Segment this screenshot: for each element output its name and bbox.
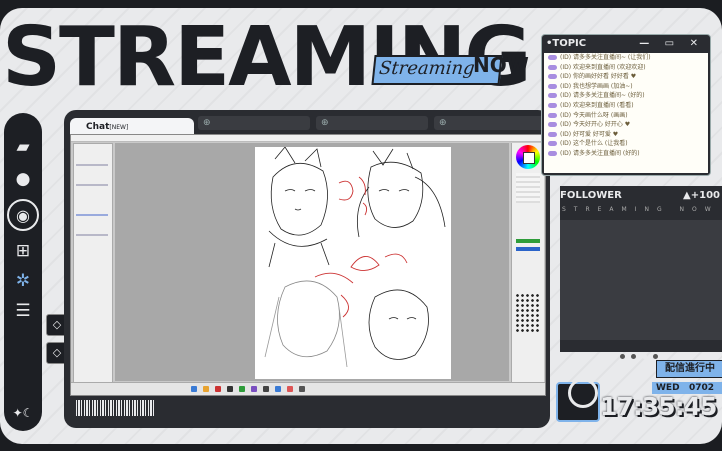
gear-icon[interactable]: ✲ (11, 269, 35, 293)
carousel-dot[interactable] (631, 354, 636, 359)
main-panel: Chat[NEW] ⊕ ⊕ ⊕ (64, 110, 550, 428)
taskbar-icon[interactable] (287, 386, 293, 392)
taskbar-icon[interactable] (227, 386, 233, 392)
carousel-dot[interactable] (653, 354, 658, 359)
app-menubar[interactable] (71, 135, 545, 142)
chat-message: (ID) 请多多关注直播间~ (让我们) (544, 53, 708, 63)
user-badge-icon (548, 102, 557, 108)
taskbar-icon[interactable] (275, 386, 281, 392)
follower-display (560, 220, 722, 340)
user-badge-icon (548, 112, 557, 118)
panel-row (76, 164, 108, 166)
barcode-decoration (76, 400, 154, 416)
taskbar-icon[interactable] (239, 386, 245, 392)
chat-message: (ID) 我也想学画画 (加油~) (544, 82, 708, 92)
chat-message: (ID) 今天好开心 好开心 ♥ (544, 120, 708, 130)
overlay-frame: STREAMING Streaming NOW ▰ ● ◉ ⊞ ✲ ☰ ✦☾ ◇… (0, 8, 722, 444)
user-badge-icon (548, 131, 557, 137)
moon-icon: ✦☾ (12, 406, 34, 420)
chat-message: (ID) 这个是什么 (让我看) (544, 139, 708, 149)
folder-icon[interactable]: ▰ (11, 135, 35, 159)
user-badge-icon (548, 83, 557, 89)
streaming-now-badge: Streaming NOW (371, 53, 531, 85)
panel-row (76, 214, 108, 216)
panel-row (76, 184, 108, 186)
tool-list[interactable] (516, 173, 540, 203)
user-badge-icon (548, 122, 557, 128)
color-wheel[interactable] (516, 145, 540, 169)
user-badge-icon (548, 74, 557, 80)
taskbar-icon[interactable] (251, 386, 257, 392)
user-icon[interactable]: ● (11, 167, 35, 191)
list-icon[interactable]: ☰ (11, 299, 35, 323)
user-badge-icon (548, 150, 557, 156)
window-controls[interactable]: — ▭ ✕ (639, 35, 704, 53)
tab-3[interactable]: ⊕ (434, 116, 546, 130)
follower-count: ▲+100 (683, 190, 720, 201)
user-badge-icon (548, 55, 557, 60)
chat-message: (ID) 请多多关注直播间 (好的) (544, 149, 708, 159)
chat-message-list[interactable]: (ID) 请多多关注直播间~ (让我们) (ID) 欢迎来到直播间 (欢迎欢迎)… (544, 53, 708, 173)
topic-header: •TOPIC — ▭ ✕ (542, 35, 710, 53)
drawing-app-window[interactable] (70, 134, 546, 396)
chat-icon[interactable]: ◉ (7, 199, 39, 231)
follower-subtitle: STREAMING NOW (562, 206, 719, 213)
tab-strip: ⊕ ⊕ ⊕ (198, 116, 546, 132)
topic-chat-window: •TOPIC — ▭ ✕ (ID) 请多多关注直播间~ (让我们) (ID) 欢… (541, 34, 711, 176)
sketch-drawing (264, 147, 446, 368)
carousel-dot-active[interactable] (642, 354, 647, 359)
sidebar: ▰ ● ◉ ⊞ ✲ ☰ ✦☾ (4, 113, 42, 431)
taskbar-icon[interactable] (263, 386, 269, 392)
app-color-panel[interactable] (511, 143, 544, 383)
carousel-dot[interactable] (620, 354, 625, 359)
taskbar-icon[interactable] (191, 386, 197, 392)
chat-tab-label: Chat (86, 122, 110, 132)
chat-message: (ID) 请多多关注直播间~ (好的) (544, 91, 708, 101)
color-slider[interactable] (516, 247, 540, 251)
taskbar-icon[interactable] (299, 386, 305, 392)
user-badge-icon (548, 93, 557, 99)
tab-2[interactable]: ⊕ (316, 116, 428, 130)
user-badge-icon (548, 141, 557, 147)
clock-time: 17:35:45 (600, 392, 717, 421)
follower-panel: FOLLOWER ▲+100 STREAMING NOW (560, 186, 722, 352)
follower-label: FOLLOWER (560, 190, 622, 201)
tab-1[interactable]: ⊕ (198, 116, 310, 130)
drawing-canvas[interactable] (115, 143, 509, 381)
chat-message: (ID) 欢迎来到直播间 (欢迎欢迎) (544, 63, 708, 73)
chat-message: (ID) 今天画什么呀 (画画) (544, 111, 708, 121)
chat-message: (ID) 你的画好好看 好好看 ♥ (544, 72, 708, 82)
os-taskbar (71, 382, 545, 395)
topic-title: •TOPIC (546, 38, 587, 49)
taskbar-icon[interactable] (203, 386, 209, 392)
badge-now-text: NOW (473, 53, 529, 77)
chat-message: (ID) 欢迎来到直播间 (看看) (544, 101, 708, 111)
app-tool-panel[interactable] (73, 143, 113, 385)
taskbar-icon[interactable] (215, 386, 221, 392)
panel-row (76, 234, 108, 236)
sketch-paper[interactable] (255, 147, 451, 379)
clock-icon (568, 378, 598, 408)
clock-widget: WED 0702 17:35:45 (556, 374, 722, 424)
user-badge-icon (548, 64, 557, 70)
brush-size-grid[interactable] (515, 293, 541, 333)
grid-icon[interactable]: ⊞ (11, 239, 35, 263)
chat-message: (ID) 好可爱 好可爱 ♥ (544, 130, 708, 140)
color-slider[interactable] (516, 239, 540, 243)
chat-tab-new-badge: [NEW] (109, 124, 129, 131)
